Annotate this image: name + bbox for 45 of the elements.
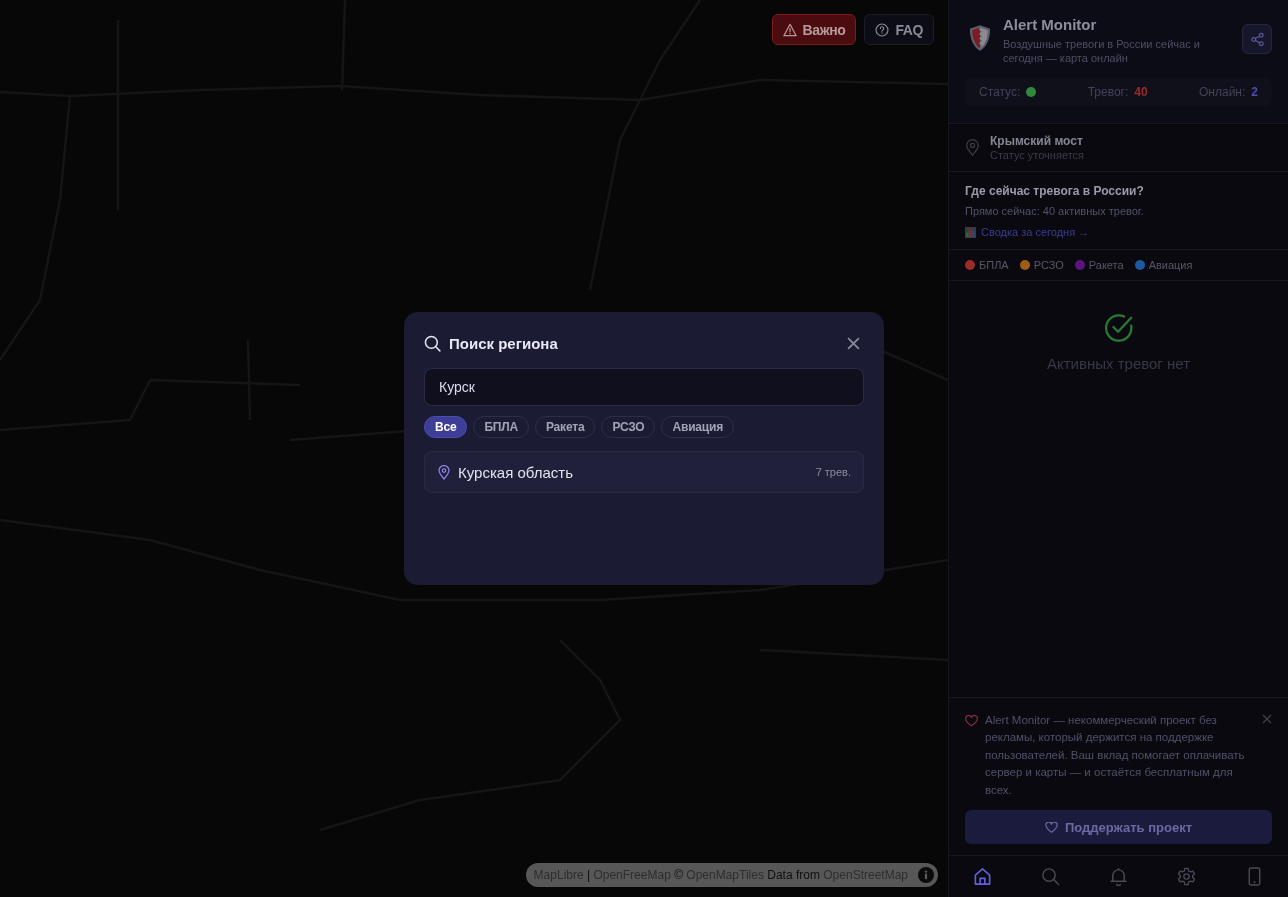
result-count: 7 трев. — [815, 466, 851, 478]
important-button[interactable]: Важно — [771, 14, 857, 45]
info-text: Прямо сейчас: 40 активных тревог. — [965, 205, 1145, 217]
location-pin-icon — [438, 464, 450, 480]
support-button[interactable]: Поддержать проект — [965, 810, 1272, 844]
legend-label: БПЛА — [979, 259, 1009, 271]
result-item[interactable]: Курская область 7 трев. — [424, 451, 864, 493]
bar-chart-icon — [965, 226, 976, 238]
close-button[interactable] — [847, 336, 860, 350]
close-icon — [1262, 713, 1272, 724]
shield-logo-icon — [969, 24, 991, 52]
location-pin-icon — [965, 139, 980, 156]
close-icon — [847, 336, 860, 350]
faq-button[interactable]: FAQ — [864, 14, 934, 45]
stat-label: Онлайн: — [1199, 85, 1246, 99]
heart-icon — [965, 714, 978, 727]
stat-label: Тревог: — [1087, 85, 1129, 99]
share-button[interactable] — [1242, 24, 1272, 54]
check-circle-icon — [1103, 313, 1134, 343]
stat-value: 2 — [1251, 85, 1258, 99]
filter-chip[interactable]: БПЛА — [473, 416, 529, 438]
stat-label: Статус: — [979, 85, 1021, 99]
help-icon — [875, 22, 890, 37]
info-icon[interactable] — [918, 867, 934, 883]
heart-icon — [1045, 821, 1058, 833]
legend-label: Ракета — [1088, 259, 1124, 271]
legend-label: Авиация — [1148, 259, 1193, 271]
search-field[interactable]: Курск — [424, 368, 864, 406]
app-subtitle: Воздушные тревоги в России сейчас и сегодня — карта онлайн — [1003, 37, 1201, 65]
search-icon — [424, 334, 441, 352]
filter-chip[interactable]: РСЗО — [601, 416, 656, 438]
location-status: Статус уточняется — [990, 149, 1084, 161]
app-title: Alert Monitor — [1003, 16, 1098, 33]
support-text: Alert Monitor — некоммерческий проект без рекламы, который держится на поддержке пользователей. Ваш вклад помогает оплачивать сервер и карты — и остаётся бесплатным для всех. — [985, 712, 1246, 798]
warning-icon — [782, 22, 797, 37]
stat-value: 40 — [1134, 85, 1148, 99]
info-heading: Где сейчас тревога в России? — [965, 184, 1145, 198]
location-name: Крымский мост — [990, 134, 1084, 148]
filter-chip[interactable]: Ракета — [534, 416, 596, 438]
filter-chip[interactable]: Все — [424, 416, 468, 438]
share-icon — [1249, 31, 1265, 47]
filter-chip[interactable]: Авиация — [661, 416, 734, 438]
dialog-title: Поиск региона — [449, 334, 559, 352]
legend-label: РСЗО — [1033, 259, 1064, 271]
result-name: Курская область — [458, 463, 574, 481]
